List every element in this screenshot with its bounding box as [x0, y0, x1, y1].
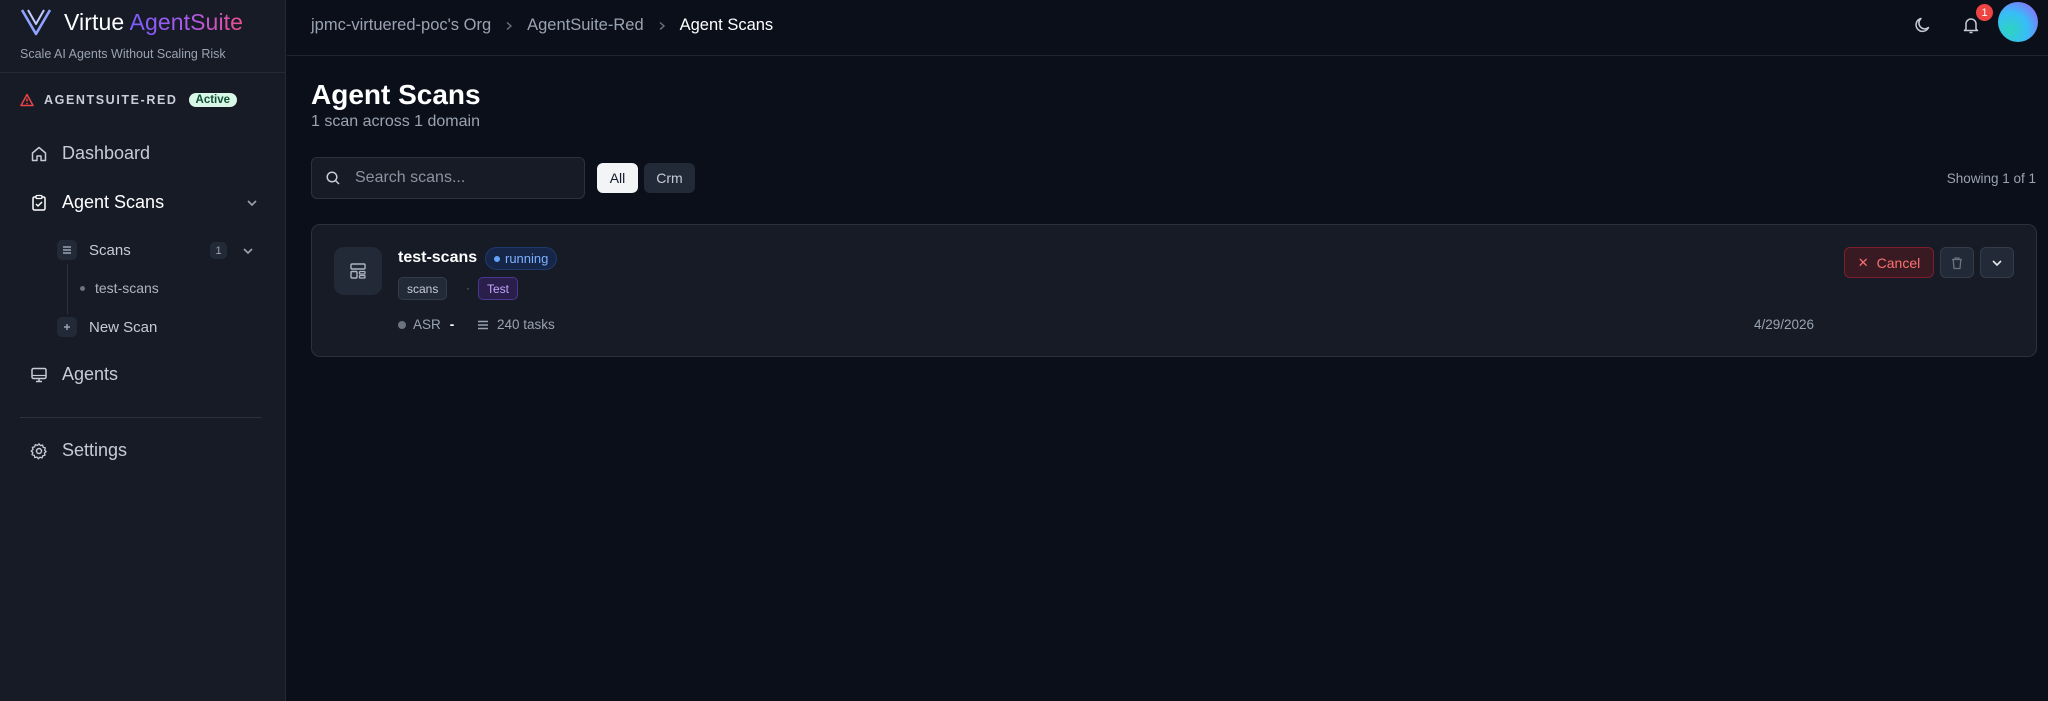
- sidebar-item-label: Settings: [62, 440, 128, 460]
- sidebar-item-label: Dashboard: [62, 143, 151, 163]
- sidebar-item-label: Agent Scans: [62, 192, 165, 212]
- list-icon: [57, 240, 77, 260]
- sidebar-item-settings[interactable]: Settings: [30, 440, 127, 461]
- top-bar: jpmc-virtuered-poc's Org AgentSuite-Red …: [287, 0, 2048, 56]
- scan-card[interactable]: test-scans running scans · Test ASR - 24…: [311, 224, 2037, 357]
- home-icon: [31, 146, 47, 161]
- trash-icon: [1952, 256, 1962, 269]
- expand-scan-button[interactable]: [1980, 247, 2014, 278]
- bullet-icon: [80, 285, 85, 291]
- asr-value: -: [449, 317, 455, 332]
- avatar[interactable]: [1998, 2, 2038, 42]
- sidebar-subitem-scans[interactable]: Scans: [57, 240, 131, 260]
- sidebar-item-agents[interactable]: Agents: [30, 364, 118, 385]
- gear-icon: [30, 442, 47, 459]
- search-input[interactable]: [355, 169, 575, 187]
- status-label: running: [505, 251, 549, 266]
- breadcrumb-current: Agent Scans: [679, 16, 774, 34]
- breadcrumb-org[interactable]: jpmc-virtuered-poc's Org: [311, 16, 491, 35]
- chevron-down-icon[interactable]: [241, 244, 255, 258]
- sidebar-item-agent-scans[interactable]: Agent Scans: [30, 192, 164, 213]
- page-subtitle: 1 scan across 1 domain: [311, 113, 480, 130]
- plus-icon: [57, 317, 77, 337]
- chevron-down-icon: [1992, 259, 2002, 266]
- sidebar-subitem-label: New Scan: [89, 318, 158, 336]
- sidebar-divider: [20, 417, 262, 418]
- tag-test: Test: [478, 277, 519, 300]
- sidebar-leaf-label: test-scans: [95, 280, 159, 296]
- warning-triangle-icon: [20, 93, 34, 107]
- brand-name-primary: Virtue: [64, 8, 125, 35]
- workspace-indicator[interactable]: AGENTSUITE-RED Active: [20, 93, 238, 107]
- sidebar-item-dashboard[interactable]: Dashboard: [30, 143, 150, 164]
- sidebar-subitem-label: Scans: [89, 241, 131, 259]
- filter-crm[interactable]: Crm: [644, 163, 695, 193]
- breadcrumb-workspace[interactable]: AgentSuite-Red: [527, 16, 644, 35]
- filter-all[interactable]: All: [597, 163, 638, 193]
- monitor-icon: [31, 367, 47, 382]
- tree-line: [67, 264, 68, 314]
- task-count: 240 tasks: [477, 317, 555, 332]
- status-dot-icon: [494, 255, 500, 262]
- layout-template-icon: [334, 247, 382, 295]
- sidebar-subitem-new-scan[interactable]: New Scan: [57, 317, 157, 337]
- page-title: Agent Scans: [311, 79, 481, 110]
- asr-status-dot-icon: [398, 320, 406, 329]
- asr-metric: ASR -: [398, 317, 454, 332]
- cancel-button-label: Cancel: [1876, 254, 1921, 271]
- sidebar-item-label: Agents: [62, 364, 119, 384]
- list-icon: [478, 320, 488, 329]
- asr-label: ASR: [413, 317, 441, 332]
- breadcrumb: jpmc-virtuered-poc's Org AgentSuite-Red …: [311, 16, 773, 35]
- workspace-status-badge: Active: [188, 93, 238, 107]
- virtue-logo-icon: [20, 9, 52, 36]
- task-count-label: 240 tasks: [497, 317, 555, 332]
- cancel-scan-button[interactable]: ✕ Cancel: [1844, 247, 1934, 278]
- workspace-name: AGENTSUITE-RED: [44, 93, 178, 107]
- sidebar-divider: [0, 72, 286, 73]
- chevron-right-icon: [506, 21, 513, 30]
- tag-separator: ·: [466, 281, 470, 295]
- clipboard-check-icon: [32, 194, 46, 211]
- search-box: [311, 157, 585, 199]
- results-count: Showing 1 of 1: [1946, 171, 2036, 186]
- close-icon: ✕: [1857, 254, 1869, 270]
- scans-count-badge: 1: [210, 242, 227, 259]
- brand-name-accent: AgentSuite: [129, 8, 244, 35]
- notification-count-badge: 1: [1976, 4, 1993, 21]
- tag-scans: scans: [398, 277, 448, 300]
- chevron-right-icon: [659, 21, 665, 30]
- delete-scan-button[interactable]: [1940, 247, 1974, 278]
- brand[interactable]: Virtue AgentSuite: [20, 6, 243, 38]
- status-badge: running: [485, 247, 558, 270]
- scan-name[interactable]: test-scans: [398, 249, 477, 267]
- sidebar-leaf-test-scans[interactable]: test-scans: [80, 280, 159, 296]
- moon-icon[interactable]: [1913, 15, 1933, 35]
- scan-date: 4/29/2026: [1754, 317, 1815, 332]
- chevron-down-icon[interactable]: [245, 196, 259, 210]
- search-icon: [326, 171, 340, 185]
- sidebar: Virtue AgentSuite Scale AI Agents Withou…: [0, 0, 286, 701]
- brand-tagline: Scale AI Agents Without Scaling Risk: [20, 47, 226, 61]
- brand-name: Virtue AgentSuite: [64, 9, 243, 36]
